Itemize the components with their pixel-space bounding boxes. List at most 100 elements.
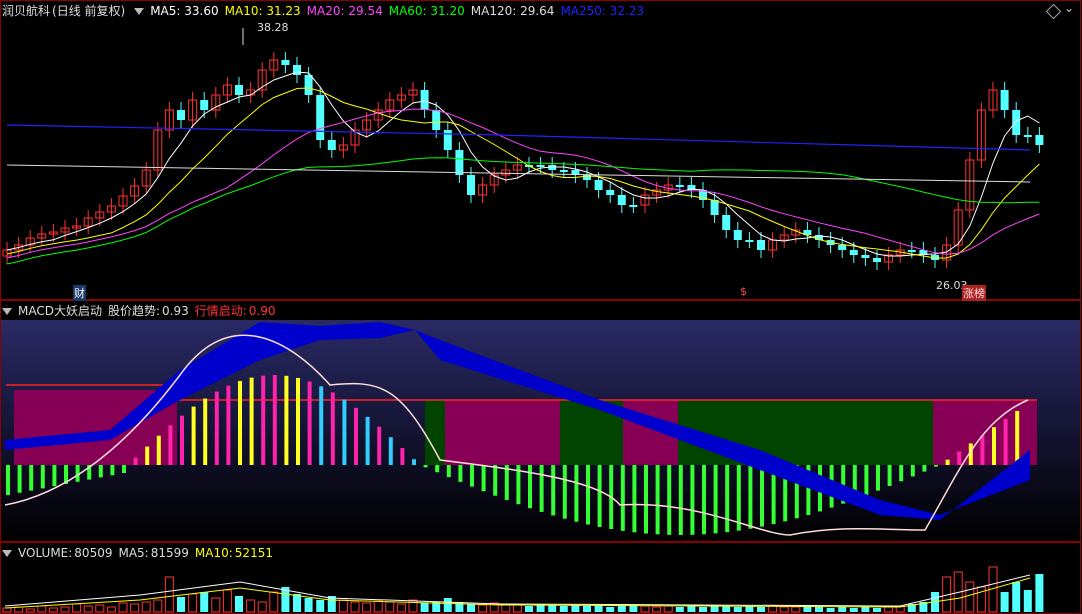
vol-ma10-value: 52151 — [234, 546, 273, 560]
candle-body — [606, 190, 615, 195]
volume-bar — [72, 603, 82, 613]
ma-legend-ma20: MA20: 29.54 — [306, 4, 383, 18]
macd-bar — [423, 465, 428, 468]
volume-bar — [512, 604, 522, 613]
volume-header: VOLUME: 80509 MA5: 81599 MA10: 52151 — [2, 544, 279, 562]
limit-up-badge[interactable]: 涨榜 — [962, 285, 986, 301]
period-label[interactable]: (日线 前复权) — [52, 4, 125, 18]
volume-layer — [2, 566, 1044, 613]
macd-bar — [52, 465, 57, 487]
macd-bar — [330, 392, 335, 465]
macd-bar — [156, 435, 161, 465]
macd-bar — [586, 465, 590, 525]
volume-bar — [222, 589, 232, 613]
macd-bar — [992, 427, 996, 465]
macd-bar — [261, 375, 266, 465]
vol-ma10-label: MA10: — [194, 546, 233, 560]
candle-body — [733, 230, 742, 240]
candle-body — [200, 100, 209, 110]
macd-bar — [876, 465, 880, 491]
volume-bar — [2, 607, 12, 613]
macd-bar — [539, 465, 544, 512]
ma-legend-ma60: MA60: 31.20 — [388, 4, 465, 18]
macd-bar — [934, 465, 938, 467]
macd-bar — [110, 465, 115, 476]
volume-bar — [362, 602, 372, 613]
candle-body — [675, 185, 684, 187]
volume-bar — [640, 605, 650, 613]
vol-ma5-label: MA5: — [118, 546, 149, 560]
trend-value: 0.93 — [162, 304, 189, 318]
macd-bar — [493, 465, 498, 496]
candle-body — [617, 195, 626, 205]
volume-bar — [211, 597, 221, 613]
macd-bar — [713, 465, 718, 534]
macd-bar — [864, 465, 869, 496]
volume-bar — [95, 604, 105, 613]
macd-bar — [307, 381, 312, 465]
ma-legend-ma120: MA120: 29.64 — [470, 4, 555, 18]
macd-bar — [458, 465, 463, 482]
stock-name[interactable]: 润贝航科 — [2, 4, 50, 18]
candle-body — [455, 150, 464, 175]
volume-bar — [37, 605, 47, 613]
volume-bar — [965, 581, 975, 613]
macd-bar — [133, 457, 138, 465]
candle-body — [432, 110, 441, 130]
volume-bar — [25, 608, 35, 613]
macd-bar — [191, 406, 196, 465]
volume-bar — [338, 599, 348, 613]
dollar-badge[interactable]: $ — [740, 285, 747, 298]
volume-value: 80509 — [74, 546, 113, 560]
chevron-down-icon[interactable]: ⌄ — [1064, 1, 1074, 15]
macd-bar — [435, 465, 440, 473]
volume-bar — [60, 606, 70, 613]
macd-bar — [214, 391, 219, 465]
macd-bar — [922, 465, 927, 472]
macd-bar — [319, 386, 324, 465]
macd-bar — [551, 465, 556, 516]
macd-bar — [284, 375, 289, 465]
dropdown-triangle-icon[interactable] — [134, 8, 145, 15]
volume-bar — [663, 605, 673, 613]
candle-body — [177, 110, 185, 120]
macd-bar — [945, 459, 950, 465]
volume-bar — [884, 606, 894, 613]
macd-bar — [620, 465, 625, 531]
volume-bar — [699, 607, 707, 612]
macd-bar — [655, 465, 660, 535]
volume-bar — [293, 594, 301, 612]
candle-body — [327, 140, 336, 150]
indicator-band — [445, 400, 560, 465]
volume-bar — [257, 601, 267, 613]
candle-body — [536, 165, 545, 167]
indicator-dropdown-icon[interactable] — [2, 308, 12, 315]
ma-legend-ma10: MA10: 31.23 — [224, 4, 301, 18]
candle-body — [281, 60, 290, 65]
volume-dropdown-icon[interactable] — [2, 550, 12, 557]
macd-bar — [644, 465, 648, 534]
macd-bar — [365, 416, 370, 465]
start-value: 0.90 — [248, 304, 276, 318]
macd-bar — [678, 465, 683, 535]
start-label: 行情启动: — [194, 304, 247, 318]
volume-bar — [652, 606, 662, 613]
macd-bar — [98, 465, 103, 478]
macd-bar — [910, 465, 915, 477]
volume-bar — [757, 607, 765, 612]
macd-bar — [388, 437, 393, 465]
indicator-name[interactable]: MACD大妖启动 — [18, 304, 102, 318]
macd-bar — [377, 426, 382, 465]
candle-body — [420, 90, 429, 110]
candle-body — [629, 205, 638, 207]
macd-bar — [957, 451, 962, 465]
volume-bar — [733, 607, 742, 612]
volume-bar — [791, 606, 801, 613]
volume-name[interactable]: VOLUME: — [18, 546, 72, 560]
finance-badge[interactable]: 财 — [73, 285, 86, 301]
volume-bar — [467, 604, 475, 612]
macd-bar — [504, 465, 509, 501]
volume-bar — [200, 592, 209, 612]
candle-body — [293, 65, 301, 75]
volume-bar — [722, 606, 731, 612]
